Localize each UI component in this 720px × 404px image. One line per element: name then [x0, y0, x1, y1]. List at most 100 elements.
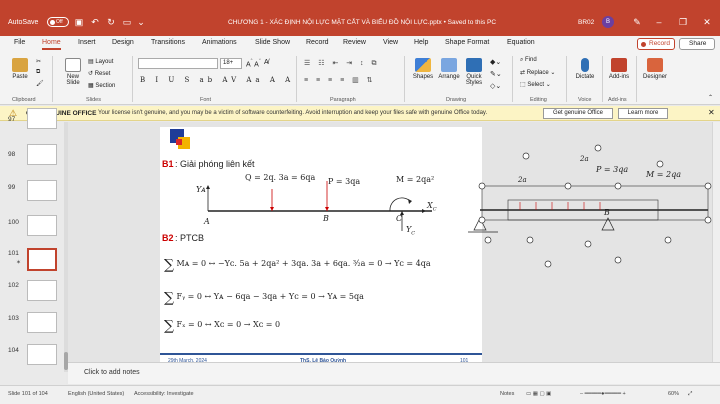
clear-format-icon[interactable]: A̸	[264, 59, 269, 66]
offslide-label-2a-top: 2a	[580, 155, 589, 163]
offslide-label-p: P = 3qa	[596, 165, 629, 174]
shape-effects-icon[interactable]: ◇⌄	[490, 82, 501, 90]
minimize-icon[interactable]: –	[652, 16, 666, 28]
layout-button[interactable]: ▤ Layout	[88, 58, 113, 65]
more-icon[interactable]: ⌄	[136, 17, 146, 27]
thumbnail-101[interactable]	[27, 248, 57, 271]
notes-placeholder[interactable]: Click to add notes	[84, 369, 140, 376]
paste-button[interactable]: Paste	[8, 58, 32, 80]
zoom-level[interactable]: 60%	[668, 391, 679, 397]
zoom-slider[interactable]: – ━━━━━●━━━━━ +	[580, 391, 626, 397]
font-name-input[interactable]	[138, 58, 218, 69]
get-genuine-button[interactable]: Get genuine Office	[543, 108, 613, 119]
dictate-button[interactable]: Dictate	[572, 58, 598, 80]
collapse-ribbon-icon[interactable]: ⌃	[708, 94, 713, 101]
slideshow-icon[interactable]: ▭	[122, 17, 132, 27]
tab-equation[interactable]: Equation	[507, 39, 535, 46]
font-grow-icon[interactable]: Aˆ Aˇ	[246, 59, 261, 68]
group-clipboard: Clipboard	[12, 97, 36, 103]
thumbnail-100[interactable]	[27, 215, 57, 236]
view-normal-icon[interactable]: ▭ ▦ ▢ ▣	[526, 391, 551, 397]
list-buttons[interactable]: ☰ ☷ ⇤ ⇥ ↕ ⧉	[304, 59, 380, 68]
language-status[interactable]: English (United States)	[68, 391, 124, 397]
notes-pane[interactable]: Click to add notes	[68, 362, 720, 384]
thumb-number: 99	[8, 184, 16, 191]
slide-scrollbar[interactable]	[712, 122, 720, 372]
tab-transitions[interactable]: Transitions	[151, 39, 185, 46]
tab-animations[interactable]: Animations	[202, 39, 237, 46]
quick-styles-icon	[466, 58, 482, 72]
thumbnail-104[interactable]	[27, 344, 57, 365]
offslide-selection-group[interactable]	[468, 140, 712, 270]
close-icon[interactable]: ✕	[700, 16, 714, 28]
find-button[interactable]: ⌕ Find	[520, 57, 537, 64]
notes-toggle[interactable]: Notes	[500, 391, 514, 397]
format-painter-icon[interactable]: 🖌	[36, 80, 44, 87]
tab-help[interactable]: Help	[414, 39, 428, 46]
designer-icon	[647, 58, 663, 72]
shapes-button[interactable]: Shapes	[410, 58, 436, 80]
xc-label: XC	[427, 201, 437, 213]
thumb-number: 98	[8, 151, 16, 158]
replace-button[interactable]: ⇄ Replace ⌄	[520, 69, 555, 76]
document-title: CHƯƠNG 1 - XÁC ĐỊNH NỘI LỰC MẶT CẮT VÀ B…	[228, 19, 497, 26]
offslide-label-b: B	[604, 208, 610, 217]
learn-more-button[interactable]: Learn more	[618, 108, 668, 119]
paste-icon	[12, 58, 28, 72]
reset-button[interactable]: ↺ Reset	[88, 70, 110, 77]
quick-styles-button[interactable]: Quick Styles	[462, 58, 486, 86]
font-size-input[interactable]: 18+	[220, 58, 242, 69]
fit-slide-icon[interactable]: ⤢	[688, 391, 692, 398]
avatar[interactable]: B	[602, 16, 614, 28]
tab-view[interactable]: View	[383, 39, 398, 46]
ribbon: Paste ✂ ⧉ 🖌 Clipboard New Slide ▤ Layout…	[0, 52, 720, 105]
arrange-button[interactable]: Arrange	[436, 58, 462, 80]
redo-icon[interactable]: ↻	[106, 17, 116, 27]
addins-button[interactable]: Add-ins	[606, 58, 632, 80]
thumbnail-98[interactable]	[27, 144, 57, 165]
section-button[interactable]: ▦ Section	[88, 82, 115, 89]
copy-icon[interactable]: ⧉	[36, 69, 40, 76]
font-format-row[interactable]: B I U S ab AV Aa A A	[140, 76, 294, 84]
thumbnail-97[interactable]	[27, 108, 57, 129]
tab-insert[interactable]: Insert	[78, 39, 96, 46]
point-c-label: C	[396, 214, 403, 223]
undo-icon[interactable]: ↶	[90, 17, 100, 27]
restore-icon[interactable]: ❐	[676, 16, 690, 28]
accessibility-status[interactable]: Accessibility: Investigate	[134, 391, 194, 397]
record-button[interactable]: Record	[637, 38, 675, 50]
tab-design[interactable]: Design	[112, 39, 134, 46]
share-button[interactable]: Share	[679, 38, 715, 50]
thumbnail-99[interactable]	[27, 180, 57, 201]
step2-text: : PTCB	[175, 233, 205, 243]
tab-slide-show[interactable]: Slide Show	[255, 39, 290, 46]
point-b-label: B	[323, 214, 329, 223]
autosave-toggle[interactable]: Off	[47, 17, 69, 27]
close-icon[interactable]: ✕	[708, 108, 715, 117]
thumbnail-102[interactable]	[27, 280, 57, 301]
tab-record[interactable]: Record	[306, 39, 329, 46]
user-name[interactable]: BR02	[578, 19, 594, 26]
license-warning-bar: ⚠ GET GENUINE OFFICE Your license isn't …	[0, 106, 720, 121]
shape-outline-icon[interactable]: ✎⌄	[490, 70, 502, 78]
offslide-label-m: M = 2qa	[646, 170, 681, 179]
pen-icon[interactable]: ✎	[630, 16, 644, 28]
align-buttons[interactable]: ≡ ≡ ≡ ≡ ▥ ⇅	[304, 76, 376, 84]
save-icon[interactable]: ▣	[74, 17, 84, 27]
designer-button[interactable]: Designer	[640, 58, 670, 80]
title-bar: AutoSave Off ▣ ↶ ↻ ▭ ⌄ CHƯƠNG 1 - XÁC ĐỊ…	[0, 0, 720, 36]
group-editing: Editing	[530, 97, 547, 103]
cut-icon[interactable]: ✂	[36, 58, 41, 65]
shape-fill-icon[interactable]: ◆⌄	[490, 58, 501, 66]
thumbnail-103[interactable]	[27, 312, 57, 333]
current-slide[interactable]: B1 : Giải phóng liên kết Q = 2q. 3a = 6q…	[160, 127, 482, 367]
tab-file[interactable]: File	[14, 39, 25, 46]
slide-thumbnail-pane: 97 98 99 100 101 ✶ 102 103 104	[0, 108, 66, 385]
new-slide-button[interactable]: New Slide	[60, 58, 86, 86]
status-bar: Slide 101 of 104 English (United States)…	[0, 385, 720, 404]
tab-home[interactable]: Home	[42, 39, 61, 50]
tab-shape-format[interactable]: Shape Format	[445, 39, 489, 46]
select-button[interactable]: ⬚ Select ⌄	[520, 81, 551, 88]
tab-review[interactable]: Review	[343, 39, 366, 46]
thumb-number: 104	[8, 347, 19, 354]
